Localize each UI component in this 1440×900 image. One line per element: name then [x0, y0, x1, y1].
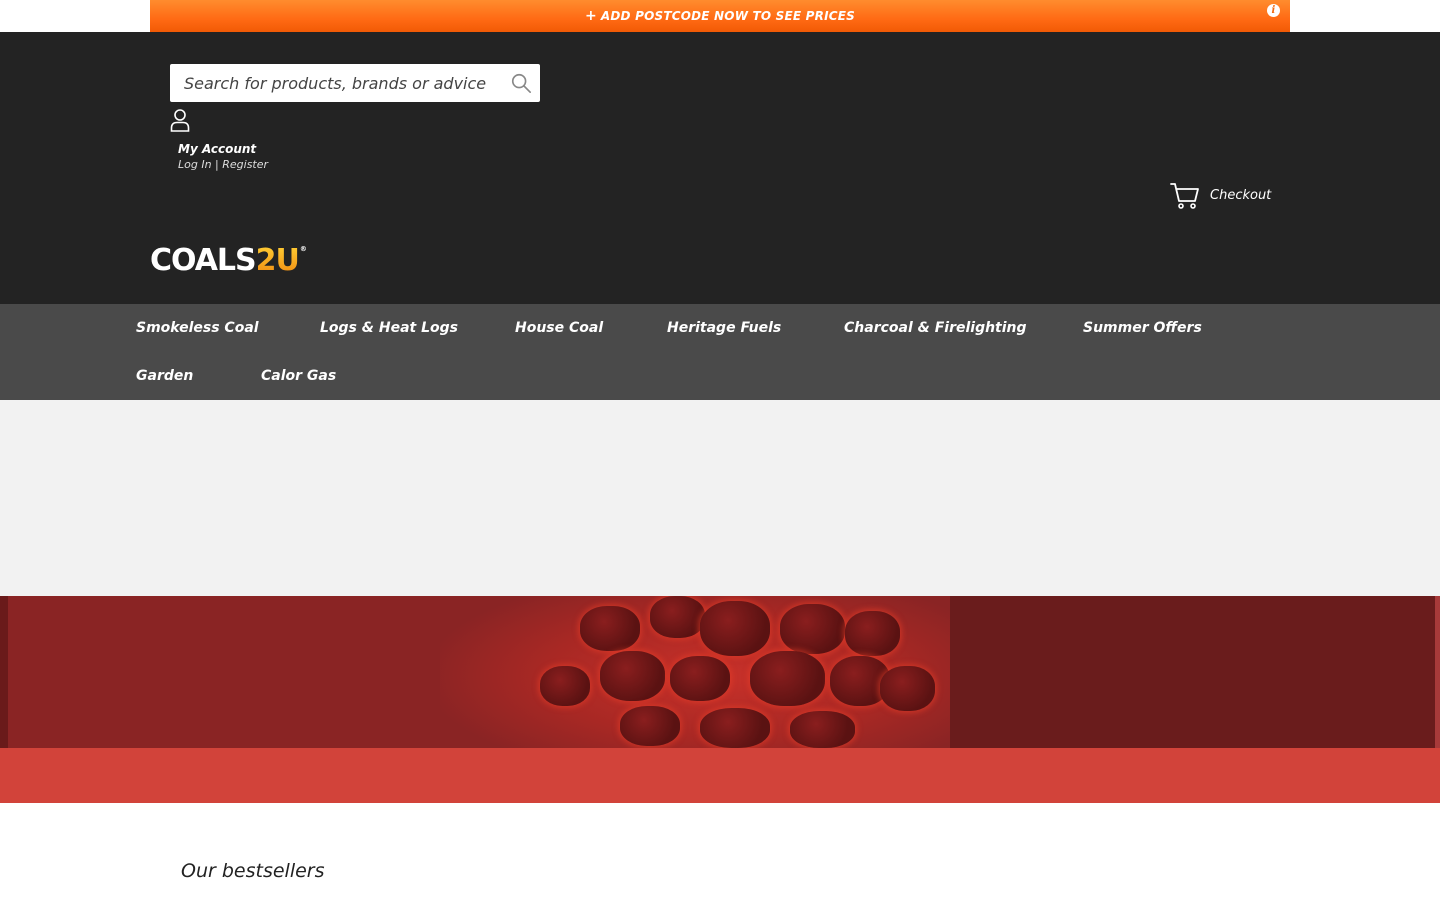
search-bar — [170, 64, 540, 102]
postcode-prompt[interactable]: ADD POSTCODE NOW TO SEE PRICES — [601, 9, 855, 23]
coal-image — [780, 604, 845, 654]
search-icon[interactable] — [510, 72, 532, 94]
nav-logs-heat-logs[interactable]: Logs & Heat Logs — [320, 320, 458, 336]
promo-banner-image[interactable] — [0, 596, 1440, 748]
nav-charcoal-firelighting[interactable]: Charcoal & Firelighting — [844, 320, 1027, 336]
banner-right-panel — [950, 596, 1435, 748]
logo-coals-text: COALS — [150, 243, 257, 278]
coal-image — [845, 611, 900, 656]
plus-icon: + — [584, 8, 597, 24]
coal-image — [670, 656, 730, 701]
nav-house-coal[interactable]: House Coal — [515, 320, 603, 336]
user-icon[interactable] — [170, 108, 190, 132]
coal-image — [880, 666, 935, 711]
site-logo[interactable]: COALS 2U ® — [150, 243, 307, 278]
hero-placeholder — [0, 400, 1440, 596]
coal-image — [620, 706, 680, 746]
coal-image — [580, 606, 640, 651]
nav-smokeless-coal[interactable]: Smokeless Coal — [136, 320, 259, 336]
site-header: My Account Log In | Register Checkout CO… — [0, 32, 1440, 304]
login-register-link[interactable]: Log In | Register — [178, 158, 268, 171]
logo-2u-text: 2U — [255, 243, 300, 278]
nav-calor-gas[interactable]: Calor Gas — [261, 368, 336, 384]
banner-footer-strip — [0, 748, 1440, 803]
info-icon[interactable]: i — [1267, 4, 1280, 17]
coal-image — [750, 651, 825, 706]
banner-left-edge — [0, 596, 8, 748]
logo-registered-mark: ® — [299, 245, 307, 253]
banner-right-edge — [1435, 596, 1440, 748]
nav-heritage-fuels[interactable]: Heritage Fuels — [667, 320, 781, 336]
cart-icon[interactable] — [1170, 182, 1200, 210]
main-navigation: Smokeless Coal Logs & Heat Logs House Co… — [0, 304, 1440, 400]
nav-summer-offers[interactable]: Summer Offers — [1083, 320, 1202, 336]
search-input[interactable] — [170, 64, 500, 102]
checkout-link[interactable]: Checkout — [1210, 188, 1271, 203]
nav-garden[interactable]: Garden — [136, 368, 193, 384]
my-account-link[interactable]: My Account — [178, 142, 256, 156]
coal-image — [540, 666, 590, 706]
coal-image — [700, 601, 770, 656]
bestsellers-heading: Our bestsellers — [181, 860, 325, 882]
coal-image — [790, 711, 855, 748]
coal-image — [600, 651, 665, 701]
coal-image — [650, 596, 705, 638]
postcode-banner[interactable]: + ADD POSTCODE NOW TO SEE PRICES i — [150, 0, 1290, 32]
coal-image — [700, 708, 770, 748]
